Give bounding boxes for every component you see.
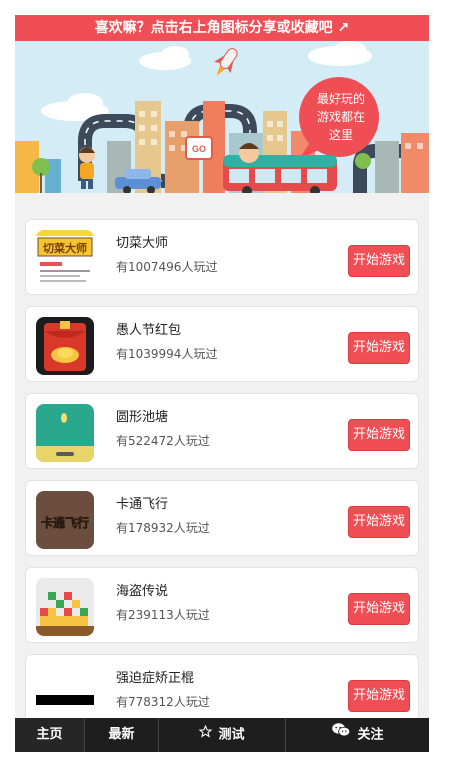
game-title: 圆形池塘 — [116, 410, 169, 425]
play-count: 有239113人玩过 — [116, 608, 210, 622]
start-game-button[interactable]: 开始游戏 — [348, 506, 410, 538]
share-hint-text: 喜欢嘛？点击右上角图标分享或收藏吧 ↗ — [94, 20, 350, 36]
game-card-2[interactable]: 愚人节红包 有1039994人玩过 开始游戏 — [25, 306, 419, 382]
tab-home-label: 主页 — [36, 727, 63, 742]
tab-follow-label: 关注 — [357, 727, 384, 743]
tab-follow[interactable]: 关注 — [286, 718, 429, 752]
game-card-1[interactable]: 切菜大师 切菜大师 有1007496人玩过 开始游戏 — [25, 219, 419, 295]
play-count: 有778312人玩过 — [116, 695, 210, 709]
go-sign: GO — [185, 136, 213, 160]
tab-latest-label: 最新 — [108, 727, 135, 742]
game-card-3[interactable]: 圆形池塘 有522472人玩过 开始游戏 — [25, 393, 419, 469]
tab-test-label: 测试 — [218, 727, 245, 743]
game-title: 卡通飞行 — [116, 497, 169, 512]
cartoon-flight-game-icon: 卡通飞行 — [36, 491, 94, 549]
game-title: 切菜大师 — [116, 236, 169, 251]
bubble-line-1: 最好玩的 — [317, 91, 365, 106]
game-card-5[interactable]: 海盗传说 有239113人玩过 开始游戏 — [25, 567, 419, 643]
bubble-line-3: 这里 — [329, 127, 353, 142]
game-title: 愚人节红包 — [116, 323, 182, 338]
wechat-icon — [331, 718, 351, 752]
vegetable-cutting-logo-text: 切菜大师 — [43, 241, 87, 255]
star-icon — [199, 718, 213, 752]
game-title: 海盗传说 — [116, 584, 169, 599]
start-game-button[interactable]: 开始游戏 — [348, 419, 410, 451]
red-envelope-game-icon — [36, 317, 94, 375]
round-pond-game-icon — [36, 404, 94, 462]
city-illustration: GO 最好玩的 游戏都在 这里 — [15, 41, 429, 193]
cartoon-flight-logo-text: 卡通飞行 — [41, 515, 89, 530]
hero-banner: GO 最好玩的 游戏都在 这里 — [15, 41, 429, 193]
tab-home[interactable]: 主页 — [15, 718, 85, 752]
start-game-button[interactable]: 开始游戏 — [348, 680, 410, 712]
share-hint-bar: 喜欢嘛？点击右上角图标分享或收藏吧 ↗ — [15, 15, 429, 41]
go-sign-text: GO — [192, 144, 206, 154]
game-card-4[interactable]: 卡通飞行 卡通飞行 有178932人玩过 开始游戏 — [25, 480, 419, 556]
tab-latest[interactable]: 最新 — [85, 718, 159, 752]
vegetable-cutting-game-icon: 切菜大师 — [36, 230, 94, 288]
start-game-button[interactable]: 开始游戏 — [348, 245, 410, 277]
ocd-stick-game-icon — [36, 665, 94, 723]
play-count: 有178932人玩过 — [116, 521, 210, 535]
play-count: 有1039994人玩过 — [116, 347, 218, 361]
tab-test[interactable]: 测试 — [159, 718, 286, 752]
start-game-button[interactable]: 开始游戏 — [348, 593, 410, 625]
play-count: 有522472人玩过 — [116, 434, 210, 448]
pirate-legend-game-icon — [36, 578, 94, 636]
game-title: 强迫症矫正棍 — [116, 671, 195, 686]
bubble-line-2: 游戏都在 — [317, 110, 365, 124]
start-game-button[interactable]: 开始游戏 — [348, 332, 410, 364]
play-count: 有1007496人玩过 — [116, 260, 218, 274]
bottom-tab-bar: 主页 最新 测试 关注 — [15, 718, 429, 752]
mobile-page: 喜欢嘛？点击右上角图标分享或收藏吧 ↗ GO 最好玩的 游戏都在 这里 切菜大师… — [15, 15, 429, 752]
